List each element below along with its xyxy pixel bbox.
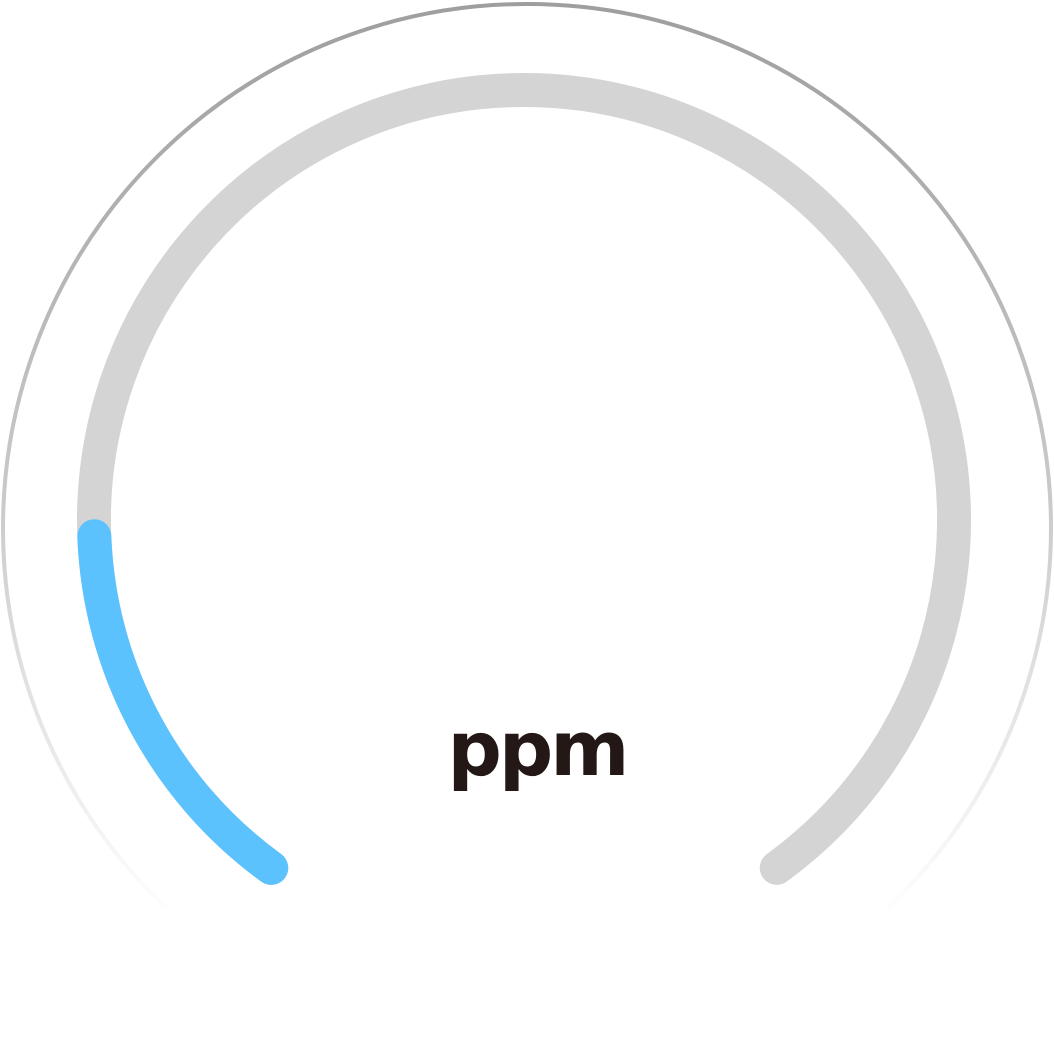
ppm-gauge: ppm (1, 2, 1053, 1054)
gauge-value-arc (77, 519, 289, 885)
gauge-unit-label: ppm (448, 704, 627, 793)
gauge-outer-ring (1, 2, 1053, 1054)
